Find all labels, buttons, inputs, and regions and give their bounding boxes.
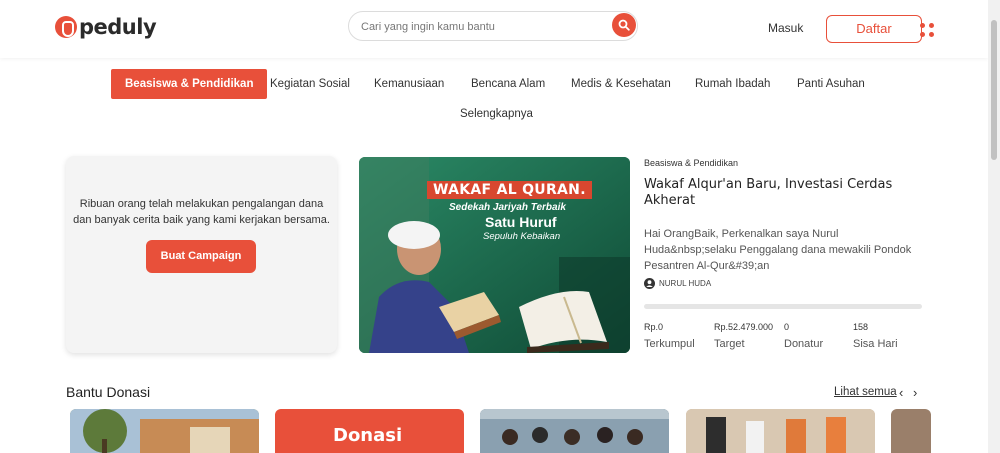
promo-text: Ribuan orang telah melakukan pengalangan…	[73, 198, 330, 226]
create-campaign-card: Ribuan orang telah melakukan pengalangan…	[66, 156, 337, 353]
user-icon	[644, 278, 655, 289]
category-panti-asuhan[interactable]: Panti Asuhan	[797, 69, 865, 99]
register-button[interactable]: Daftar	[826, 15, 922, 43]
category-selengkapnya[interactable]: Selengkapnya	[460, 99, 533, 129]
collected-value: Rp.0	[644, 322, 664, 332]
see-all-link[interactable]: Lihat semua	[834, 386, 897, 398]
next-arrow-icon[interactable]: ›	[913, 385, 917, 400]
organizer-name: NURUL HUDA	[659, 279, 712, 288]
target-value: Rp.52.479.000	[714, 322, 774, 332]
image-title: WAKAF AL QURAN.	[427, 181, 592, 199]
logo-icon	[55, 16, 77, 38]
prev-arrow-icon[interactable]: ‹	[899, 385, 903, 400]
category-medis-kesehatan[interactable]: Medis & Kesehatan	[571, 69, 671, 99]
menu-grid-icon[interactable]	[920, 23, 934, 37]
campaign-title[interactable]: Wakaf Alqur'an Baru, Investasi Cerdas Ak…	[644, 177, 924, 209]
category-kemanusiaan[interactable]: Kemanusiaan	[374, 69, 444, 99]
login-link[interactable]: Masuk	[768, 21, 803, 35]
search-icon	[618, 19, 630, 31]
scrollbar-thumb[interactable]	[991, 20, 997, 160]
featured-campaign-detail: Beasiswa & Pendidikan Wakaf Alqur'an Bar…	[644, 158, 924, 350]
card-image	[686, 409, 875, 453]
category-beasiswa-pendidikan[interactable]: Beasiswa & Pendidikan	[111, 69, 268, 99]
search-button[interactable]	[612, 13, 636, 37]
donors-value: 0	[784, 322, 790, 332]
donation-card[interactable]	[70, 409, 259, 453]
donation-cards-row: Donasi	[0, 409, 988, 453]
days-left-label: Sisa Hari	[853, 338, 898, 350]
stat-days-left: 158 Sisa Hari	[853, 322, 898, 350]
page-scrollbar[interactable]	[988, 0, 1000, 453]
search-input[interactable]	[361, 18, 601, 36]
donation-card[interactable]	[480, 409, 669, 453]
campaign-description: Hai OrangBaik, Perkenalkan saya Nurul Hu…	[644, 228, 912, 272]
logo-text: peduly	[79, 15, 157, 39]
section-title: Bantu Donasi	[66, 384, 151, 400]
donors-label: Donatur	[784, 338, 824, 350]
donation-card[interactable]	[891, 409, 931, 453]
category-bencana-alam[interactable]: Bencana Alam	[471, 69, 545, 99]
peduly-logo[interactable]: peduly	[55, 15, 157, 39]
search-bar	[348, 11, 638, 41]
card-title: Donasi	[333, 425, 403, 446]
category-kegiatan-sosial[interactable]: Kegiatan Sosial	[270, 69, 350, 99]
stat-collected: Rp.0 Terkumpul	[644, 322, 695, 350]
image-subtitle-3: Sepuluh Kebaikan	[483, 231, 561, 242]
image-subtitle-2: Satu Huruf	[485, 214, 557, 230]
campaign-category: Beasiswa & Pendidikan	[644, 158, 739, 168]
image-subtitle-1: Sedekah Jariyah Terbaik	[449, 202, 566, 213]
days-left-value: 158	[853, 322, 869, 332]
donation-card[interactable]: Donasi	[275, 409, 464, 453]
campaign-organizer: NURUL HUDA	[644, 278, 711, 289]
collected-label: Terkumpul	[644, 338, 695, 350]
card-image	[70, 409, 259, 453]
donation-progress-bar	[644, 304, 922, 309]
top-header: peduly Masuk Daftar	[0, 0, 988, 58]
stat-donors: 0 Donatur	[784, 322, 823, 350]
create-campaign-button[interactable]: Buat Campaign	[146, 240, 256, 273]
category-rumah-ibadah[interactable]: Rumah Ibadah	[695, 69, 770, 99]
stat-target: Rp.52.479.000 Target	[714, 322, 773, 350]
featured-campaign-image[interactable]: WAKAF AL QURAN. Sedekah Jariyah Terbaik …	[359, 157, 630, 353]
card-image	[480, 409, 669, 453]
donation-card[interactable]	[686, 409, 875, 453]
target-label: Target	[714, 338, 745, 350]
